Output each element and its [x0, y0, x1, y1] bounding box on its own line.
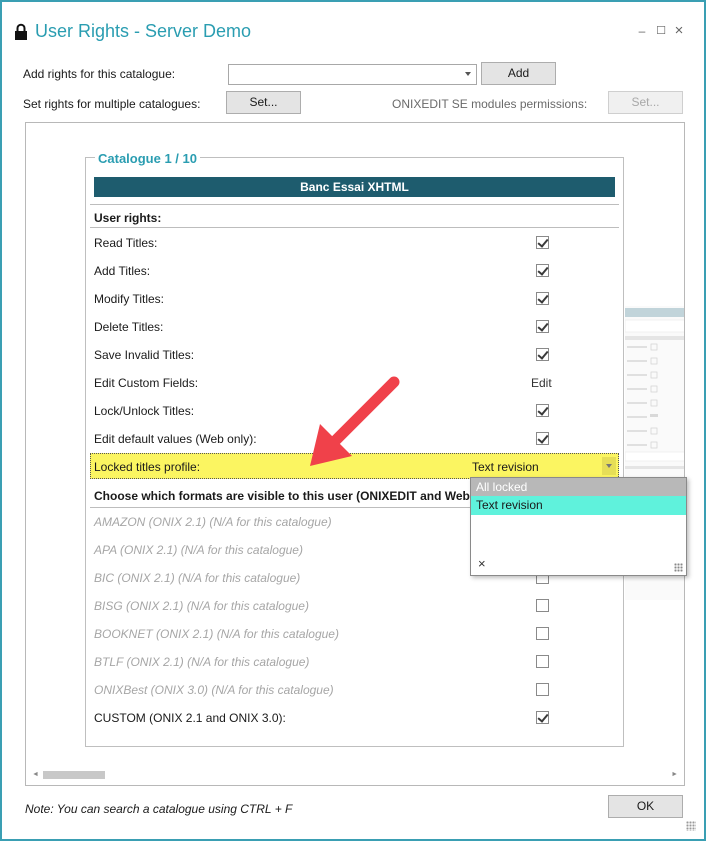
right-label: Add Titles: [94, 264, 151, 278]
divider [90, 204, 619, 205]
horizontal-scrollbar[interactable]: ◄ ► [26, 768, 684, 785]
add-rights-label: Add rights for this catalogue: [23, 67, 176, 81]
format-label: ONIXBest (ONIX 3.0) (N/A for this catalo… [94, 683, 334, 697]
scroll-left-icon[interactable]: ◄ [32, 771, 39, 778]
format-label: BTLF (ONIX 2.1) (N/A for this catalogue) [94, 655, 310, 669]
btlf-format-checkbox[interactable] [536, 655, 549, 668]
divider [90, 227, 619, 228]
chevron-down-icon [465, 72, 471, 76]
modify-titles-checkbox[interactable] [536, 292, 549, 305]
window-title: User Rights - Server Demo [35, 21, 252, 41]
modules-permissions-label: ONIXEDIT SE modules permissions: [392, 97, 588, 111]
locked-titles-profile-label: Locked titles profile: [94, 460, 201, 474]
user-rights-window: User Rights - Server Demo – ☐ × Add righ… [0, 0, 706, 841]
chevron-down-icon[interactable] [602, 457, 616, 475]
user-rights-heading: User rights: [94, 211, 162, 225]
format-label: BOOKNET (ONIX 2.1) (N/A for this catalog… [94, 627, 339, 641]
save-invalid-titles-checkbox[interactable] [536, 348, 549, 361]
clear-icon[interactable]: × [478, 556, 486, 571]
lock-unlock-titles-checkbox[interactable] [536, 404, 549, 417]
delete-titles-checkbox[interactable] [536, 320, 549, 333]
resize-grip-icon[interactable] [674, 563, 683, 572]
add-titles-checkbox[interactable] [536, 264, 549, 277]
scrollbar-thumb[interactable] [43, 771, 105, 779]
format-label: AMAZON (ONIX 2.1) (N/A for this catalogu… [94, 515, 332, 529]
minimize-button[interactable]: – [635, 24, 649, 38]
booknet-format-checkbox[interactable] [536, 627, 549, 640]
locked-profile-dropdown: All locked Text revision × [470, 477, 687, 576]
annotation-arrow-icon [310, 376, 400, 466]
custom-format-checkbox[interactable] [536, 711, 549, 724]
set-multi-button[interactable]: Set... [226, 91, 301, 114]
add-button[interactable]: Add [481, 62, 556, 85]
search-hint-note: Note: You can search a catalogue using C… [25, 802, 293, 816]
dropdown-option[interactable]: All locked [471, 478, 686, 497]
catalogue-select[interactable] [228, 64, 477, 85]
format-label: CUSTOM (ONIX 2.1 and ONIX 3.0): [94, 711, 286, 725]
right-label: Modify Titles: [94, 292, 165, 306]
close-button[interactable]: × [672, 23, 686, 38]
catalogue-name-header: Banc Essai XHTML [94, 177, 615, 197]
right-label: Lock/Unlock Titles: [94, 404, 195, 418]
scroll-right-icon[interactable]: ► [671, 771, 678, 778]
right-label: Read Titles: [94, 236, 158, 250]
resize-grip-icon[interactable] [686, 821, 696, 831]
bisg-format-checkbox[interactable] [536, 599, 549, 612]
read-titles-checkbox[interactable] [536, 236, 549, 249]
formats-heading: Choose which formats are visible to this… [94, 489, 478, 503]
multi-catalogue-label: Set rights for multiple catalogues: [23, 97, 201, 111]
onixbest-format-checkbox[interactable] [536, 683, 549, 696]
ok-button[interactable]: OK [608, 795, 683, 818]
title-bar: User Rights - Server Demo – ☐ × [2, 2, 704, 54]
maximize-button[interactable]: ☐ [654, 24, 668, 38]
format-label: BIC (ONIX 2.1) (N/A for this catalogue) [94, 571, 301, 585]
format-label: BISG (ONIX 2.1) (N/A for this catalogue) [94, 599, 309, 613]
lock-icon [15, 23, 27, 40]
locked-titles-profile-value[interactable]: Text revision [472, 460, 539, 474]
right-label: Edit default values (Web only): [94, 432, 257, 446]
right-label: Save Invalid Titles: [94, 348, 195, 362]
right-label: Edit Custom Fields: [94, 376, 199, 390]
right-label: Delete Titles: [94, 320, 164, 334]
format-label: APA (ONIX 2.1) (N/A for this catalogue) [94, 543, 303, 557]
edit-custom-fields-link[interactable]: Edit [531, 376, 552, 390]
dropdown-option-selected[interactable]: Text revision [471, 496, 686, 515]
catalogue-counter: Catalogue 1 / 10 [95, 151, 200, 166]
edit-default-values-checkbox[interactable] [536, 432, 549, 445]
set-modules-button: Set... [608, 91, 683, 114]
